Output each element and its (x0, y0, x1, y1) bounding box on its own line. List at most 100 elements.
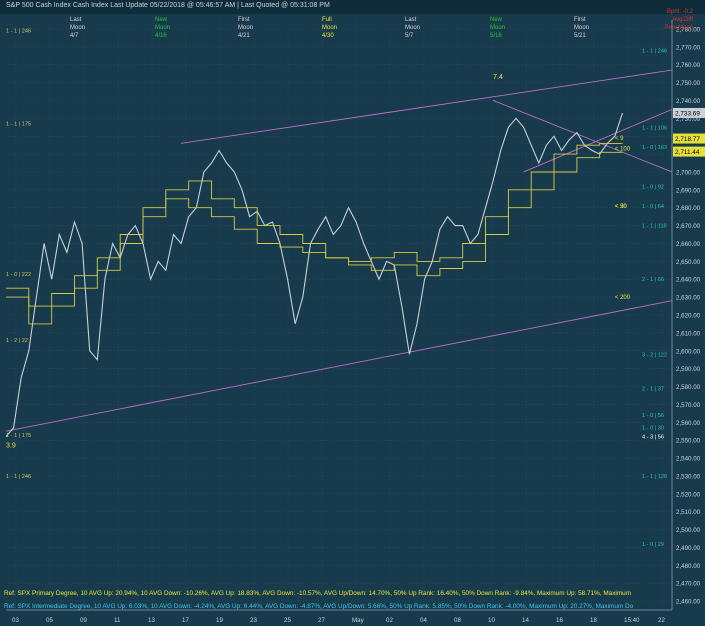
y-tick-label: 2,530.00 (676, 473, 701, 480)
x-tick-label: 04 (420, 617, 427, 624)
y-tick-label: 2,770.00 (676, 44, 701, 51)
moon-phase-date: 4/21 (238, 33, 250, 39)
level-label-right: 2 - 1 | 37 (642, 386, 664, 392)
moon-phase-line2: Moon (574, 25, 590, 31)
x-tick-label: May (352, 617, 365, 624)
moon-phase-line2: Moon (322, 25, 338, 31)
level-label-right: 1 - 0 | 29 (642, 542, 664, 548)
chart-window: 2,460.00 2,470.00 2,480.00 2,490.00 2,500.00… (0, 0, 705, 626)
y-tick-label: 2,700.00 (676, 169, 701, 176)
level-label-right: 1 - 0 | 56 (642, 413, 664, 419)
y-tick-label: 2,620.00 (676, 313, 701, 320)
level-label-left: 1 - 2 | 22 (6, 338, 28, 344)
moving-average-label: < 9 (615, 136, 624, 142)
moon-phase-label: First Moon 4/21 (238, 16, 253, 40)
y-tick-label: 2,660.00 (676, 241, 701, 248)
chart-title: S&P 500 Cash Index (6, 2, 71, 9)
level-label-left: 1 - 1 | 246 (6, 474, 31, 480)
level-label-right: 1 - 1 | 106 (642, 125, 667, 131)
y-tick-label: 2,740.00 (676, 98, 701, 105)
y-tick-label: 2,600.00 (676, 348, 701, 355)
y-tick-label: 2,460.00 (676, 599, 701, 606)
y-tick-label: 2,630.00 (676, 295, 701, 302)
level-label-right: 3 - 2 | 122 (642, 352, 667, 358)
y-tick-label: 2,610.00 (676, 330, 701, 337)
moon-phase-date: 4/7 (70, 33, 79, 39)
plot-background (0, 0, 705, 626)
moon-phase-label: First Moon 5/21 (574, 16, 589, 40)
y-tick-label: 2,650.00 (676, 259, 701, 266)
x-tick-label: 13 (148, 617, 155, 624)
x-tick-label: 15:40 (624, 617, 640, 624)
y-tick-label: 2,760.00 (676, 62, 701, 69)
level-label-left: 1 - 0 | 222 (6, 272, 31, 278)
moon-phase-label: Last Moon 4/7 (70, 16, 85, 40)
y-tick-label: 2,670.00 (676, 223, 701, 230)
x-tick-label: 27 (318, 617, 325, 624)
y-tick-label: 2,570.00 (676, 402, 701, 409)
y-tick-label: 2,750.00 (676, 80, 701, 87)
moving-average-label: < 100 (615, 147, 631, 153)
level-label-right: 1 - 1 | 126 (642, 474, 667, 480)
chart-annotation: 7.4 (493, 74, 503, 81)
last-update-label: Last Update (110, 2, 148, 9)
moon-phase-date: 5/21 (574, 33, 586, 39)
level-label-right: 1 - 0 | 92 (642, 184, 664, 190)
y-tick-label: 2,560.00 (676, 420, 701, 427)
intermediate-degree-stats: Ref: SPX Intermediate Degree, 10 AVG Up:… (4, 603, 634, 610)
moon-phase-date: 5/16 (490, 33, 502, 39)
chart-header: S&P 500 Cash Index Cash Index Last Updat… (6, 2, 330, 9)
price-box-label: 2,711.44 (675, 149, 700, 156)
moon-phase-line1: Last (70, 17, 82, 23)
chart-annotation: 3.9 (6, 442, 16, 449)
y-tick-label: 2,540.00 (676, 456, 701, 463)
chart-subtitle: Cash Index (72, 2, 109, 9)
moving-average-label: < 20 (615, 204, 628, 210)
x-tick-label: 02 (386, 617, 393, 624)
primary-degree-stats: Ref: SPX Primary Degree, 10 AVG Up: 20.9… (4, 590, 632, 597)
moon-phase-label: New Moon 5/16 (490, 16, 505, 40)
level-label-right: 1 - 0 | 163 (642, 145, 667, 151)
x-tick-label: 14 (522, 617, 529, 624)
y-tick-label: 2,590.00 (676, 366, 701, 373)
corner-label-avg-diff: Avg.Diff (672, 17, 693, 23)
x-tick-label: 17 (182, 617, 189, 624)
price-box-label: 2,733.69 (675, 110, 700, 117)
last-update-value: 05/22/2018 @ 05:46:57 AM (149, 2, 236, 9)
moon-phase-date: 5/7 (405, 33, 414, 39)
level-label-right: 1 - 1 | 246 (642, 48, 667, 54)
x-tick-label: 10 (488, 617, 495, 624)
corner-label-bpnt: Bpnt: -0.2 (666, 9, 693, 15)
x-tick-label: 05 (46, 617, 53, 624)
moon-phase-line1: First (238, 17, 250, 23)
corner-legend: Bpnt: -0.2 Avg.Diff Prev.Mean (664, 8, 693, 32)
moon-phase-label: Last Moon 5/7 (405, 16, 420, 40)
y-tick-label: 2,510.00 (676, 509, 701, 516)
y-tick-label: 2,690.00 (676, 187, 701, 194)
level-label-left: 1 - 1 | 175 (6, 433, 31, 439)
moving-average-label: < 200 (615, 295, 631, 301)
moon-phase-label: New Moon 4/16 (155, 16, 170, 40)
moon-phase-line1: New (155, 17, 168, 23)
last-quoted-value: 05:31:08 PM (290, 2, 330, 9)
y-tick-label: 2,490.00 (676, 545, 701, 552)
level-label-left: 1 - 1 | 246 (6, 29, 31, 35)
moon-phase-line1: Full (322, 17, 332, 23)
x-tick-label: 25 (284, 617, 291, 624)
y-tick-label: 2,580.00 (676, 384, 701, 391)
x-tick-label: 22 (658, 617, 665, 624)
moon-phase-line2: Moon (238, 25, 254, 31)
y-tick-label: 2,640.00 (676, 277, 701, 284)
y-tick-label: 2,470.00 (676, 581, 701, 588)
y-tick-label: 2,500.00 (676, 527, 701, 534)
corner-label-prev-mean: Prev.Mean (664, 25, 693, 31)
moon-phase-line2: Moon (155, 25, 171, 31)
level-label-right: 1 - 0 | 30 (642, 426, 664, 432)
moon-phase-date: 4/16 (155, 33, 167, 39)
price-chart: 2,460.00 2,470.00 2,480.00 2,490.00 2,500.00… (0, 0, 705, 626)
level-label-right: 2 - 1 | 66 (642, 277, 664, 283)
level-label-right: 4 - 3 | 56 (642, 435, 664, 441)
moon-phase-date: 4/30 (322, 33, 334, 39)
price-box-label: 2,718.77 (675, 136, 700, 143)
x-tick-label: 16 (556, 617, 563, 624)
